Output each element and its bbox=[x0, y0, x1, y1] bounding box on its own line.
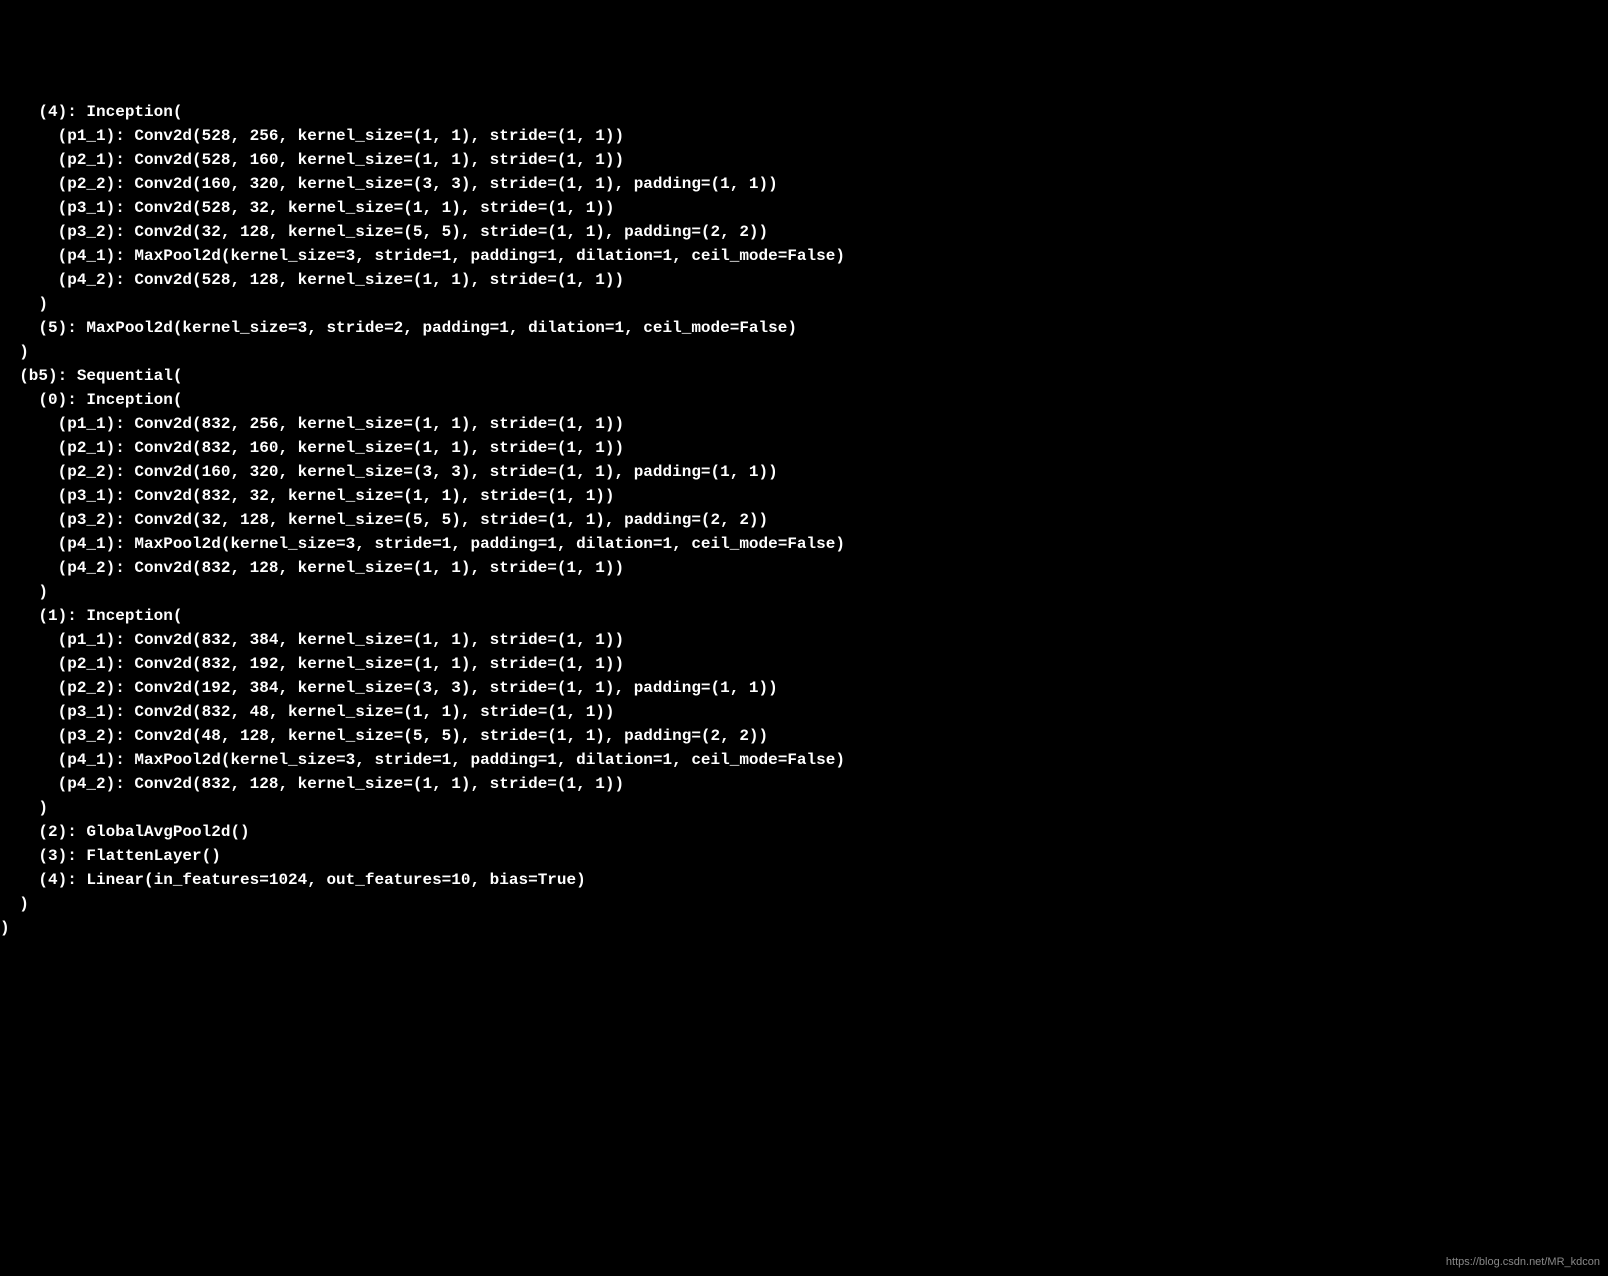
terminal-line: (p2_1): Conv2d(832, 160, kernel_size=(1,… bbox=[0, 436, 1608, 460]
terminal-line: (p2_2): Conv2d(160, 320, kernel_size=(3,… bbox=[0, 460, 1608, 484]
terminal-output: (4): Inception( (p1_1): Conv2d(528, 256,… bbox=[0, 96, 1608, 944]
terminal-line: (p4_2): Conv2d(832, 128, kernel_size=(1,… bbox=[0, 772, 1608, 796]
terminal-line: (5): MaxPool2d(kernel_size=3, stride=2, … bbox=[0, 316, 1608, 340]
terminal-line: ) bbox=[0, 796, 1608, 820]
terminal-line: (p3_1): Conv2d(832, 48, kernel_size=(1, … bbox=[0, 700, 1608, 724]
terminal-line: ) bbox=[0, 892, 1608, 916]
terminal-line: (p3_1): Conv2d(528, 32, kernel_size=(1, … bbox=[0, 196, 1608, 220]
watermark-text: https://blog.csdn.net/MR_kdcon bbox=[1446, 1254, 1600, 1271]
terminal-line: ) bbox=[0, 292, 1608, 316]
terminal-line: (p4_2): Conv2d(528, 128, kernel_size=(1,… bbox=[0, 268, 1608, 292]
terminal-line: (0): Inception( bbox=[0, 388, 1608, 412]
terminal-line: (2): GlobalAvgPool2d() bbox=[0, 820, 1608, 844]
terminal-line: (p2_1): Conv2d(528, 160, kernel_size=(1,… bbox=[0, 148, 1608, 172]
terminal-line: (p1_1): Conv2d(528, 256, kernel_size=(1,… bbox=[0, 124, 1608, 148]
terminal-line: (p2_1): Conv2d(832, 192, kernel_size=(1,… bbox=[0, 652, 1608, 676]
terminal-line: (p2_2): Conv2d(160, 320, kernel_size=(3,… bbox=[0, 172, 1608, 196]
terminal-line: (1): Inception( bbox=[0, 604, 1608, 628]
terminal-line: (p3_2): Conv2d(32, 128, kernel_size=(5, … bbox=[0, 220, 1608, 244]
terminal-line: (p1_1): Conv2d(832, 384, kernel_size=(1,… bbox=[0, 628, 1608, 652]
terminal-line: (p3_2): Conv2d(48, 128, kernel_size=(5, … bbox=[0, 724, 1608, 748]
terminal-line: (p3_1): Conv2d(832, 32, kernel_size=(1, … bbox=[0, 484, 1608, 508]
terminal-line: (p3_2): Conv2d(32, 128, kernel_size=(5, … bbox=[0, 508, 1608, 532]
terminal-line: (p4_1): MaxPool2d(kernel_size=3, stride=… bbox=[0, 748, 1608, 772]
terminal-line: (b5): Sequential( bbox=[0, 364, 1608, 388]
terminal-line: (p4_2): Conv2d(832, 128, kernel_size=(1,… bbox=[0, 556, 1608, 580]
terminal-line: (p4_1): MaxPool2d(kernel_size=3, stride=… bbox=[0, 532, 1608, 556]
terminal-line: (p4_1): MaxPool2d(kernel_size=3, stride=… bbox=[0, 244, 1608, 268]
terminal-line: (4): Inception( bbox=[0, 100, 1608, 124]
terminal-line: ) bbox=[0, 580, 1608, 604]
terminal-line: (3): FlattenLayer() bbox=[0, 844, 1608, 868]
terminal-line: (p2_2): Conv2d(192, 384, kernel_size=(3,… bbox=[0, 676, 1608, 700]
terminal-line: ) bbox=[0, 340, 1608, 364]
terminal-line: (4): Linear(in_features=1024, out_featur… bbox=[0, 868, 1608, 892]
terminal-line: (p1_1): Conv2d(832, 256, kernel_size=(1,… bbox=[0, 412, 1608, 436]
terminal-line: ) bbox=[0, 916, 1608, 940]
